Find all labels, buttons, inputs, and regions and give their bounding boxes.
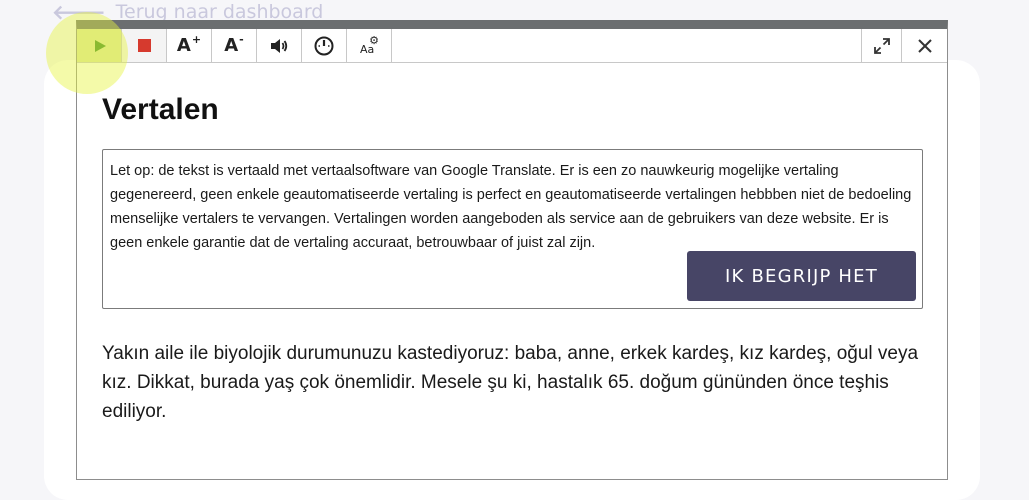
close-button[interactable] xyxy=(901,29,947,62)
reader-toolbar: A + A- ⚙ Aa xyxy=(77,29,947,63)
settings-button[interactable]: ⚙ Aa xyxy=(347,29,392,62)
font-decrease-icon: A- xyxy=(224,33,244,56)
notice-text: Let op: de tekst is vertaald met vertaal… xyxy=(110,163,912,251)
understand-button[interactable]: IK BEGRIJP HET xyxy=(687,251,916,301)
readspeaker-panel: A + A- ⚙ Aa Vertalen Let op: de tekst is… xyxy=(76,20,948,480)
volume-icon xyxy=(271,38,288,53)
font-decrease-button[interactable]: A- xyxy=(212,29,257,62)
speed-button[interactable] xyxy=(302,29,347,62)
play-icon xyxy=(95,39,106,52)
expand-button[interactable] xyxy=(861,29,901,62)
expand-icon xyxy=(873,37,890,54)
translated-body-text: Yakın aile ile biyolojik durumunuzu kast… xyxy=(102,343,919,422)
stop-button[interactable] xyxy=(122,29,167,62)
settings-icon: ⚙ Aa xyxy=(360,33,379,56)
arrow-left-icon: 🡐 xyxy=(52,0,106,24)
translation-notice: Let op: de tekst is vertaald met vertaal… xyxy=(102,149,923,309)
close-icon xyxy=(917,38,932,53)
font-increase-icon: A + xyxy=(176,33,202,56)
stop-icon xyxy=(137,39,151,52)
panel-title: Vertalen xyxy=(102,93,219,126)
volume-button[interactable] xyxy=(257,29,302,62)
font-increase-button[interactable]: A + xyxy=(167,29,212,62)
speed-icon xyxy=(314,36,334,55)
play-button[interactable] xyxy=(77,29,122,62)
